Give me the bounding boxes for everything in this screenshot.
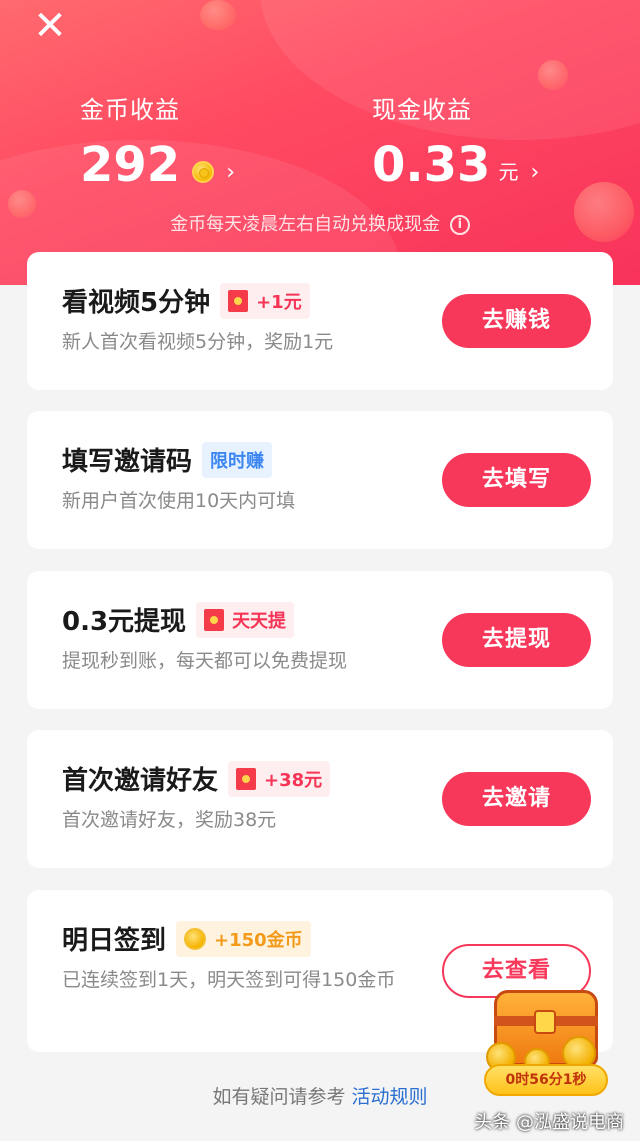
task-card-invite-friend: 首次邀请好友 +38元 首次邀请好友，奖励38元 去邀请 xyxy=(27,730,613,868)
cash-income[interactable]: 现金收益 0.33 元 › xyxy=(372,90,539,191)
exchange-note-text: 金币每天凌晨左右自动兑换成现金 xyxy=(170,214,441,235)
cash-unit: 元 xyxy=(498,160,519,184)
task-title: 看视频5分钟 xyxy=(62,288,211,318)
task-badge: 限时赚 xyxy=(202,441,273,478)
task-badge: +38元 xyxy=(228,760,331,797)
task-badge-text: +150金币 xyxy=(214,929,303,951)
red-envelope-icon xyxy=(236,767,257,790)
coin-income-label: 金币收益 xyxy=(80,96,180,124)
cash-income-label: 现金收益 xyxy=(372,96,472,124)
chevron-right-icon: › xyxy=(530,160,540,185)
treasure-chest[interactable]: 0时56分1秒 xyxy=(478,982,612,1100)
coin-income-value: 292 xyxy=(80,137,181,193)
withdraw-button[interactable]: 去提现 xyxy=(442,613,591,667)
task-badge: +150金币 xyxy=(176,920,311,957)
decorative-coin xyxy=(538,60,568,90)
earnings-header: ✕ 金币收益 292 › 现金收益 0.33 元 › 金币每天凌晨左右自动兑换成… xyxy=(0,0,640,285)
exchange-note: 金币每天凌晨左右自动兑换成现金 i xyxy=(0,210,640,236)
watermark: 头条 @泓盛说电商 xyxy=(474,1112,624,1133)
info-icon[interactable]: i xyxy=(449,215,470,235)
task-card-watch-video: 看视频5分钟 +1元 新人首次看视频5分钟，奖励1元 去赚钱 xyxy=(27,252,613,390)
task-description: 新人首次看视频5分钟，奖励1元 xyxy=(62,331,334,353)
task-title: 0.3元提现 xyxy=(62,607,187,637)
task-badge: 天天提 xyxy=(196,601,295,638)
chest-lock-icon xyxy=(534,1010,556,1034)
task-badge-text: 天天提 xyxy=(232,610,287,632)
red-envelope-icon xyxy=(228,289,249,312)
gold-coin-icon xyxy=(192,161,215,183)
task-badge-text: +38元 xyxy=(264,769,323,791)
task-badge-text: +1元 xyxy=(256,291,302,313)
task-description: 已连续签到1天，明天签到可得150金币 xyxy=(62,969,396,991)
chest-timer: 0时56分1秒 xyxy=(484,1064,608,1096)
fill-in-button[interactable]: 去填写 xyxy=(442,453,591,507)
task-title: 填写邀请码 xyxy=(62,447,193,477)
rules-link[interactable]: 活动规则 xyxy=(352,1086,428,1108)
invite-button[interactable]: 去邀请 xyxy=(442,772,591,826)
task-title: 首次邀请好友 xyxy=(62,766,219,796)
decorative-coin xyxy=(200,0,236,30)
close-icon[interactable]: ✕ xyxy=(30,6,70,46)
chevron-right-icon: › xyxy=(226,160,236,185)
gold-coin-icon xyxy=(184,927,207,950)
earn-money-button[interactable]: 去赚钱 xyxy=(442,294,591,348)
task-badge-text: 限时赚 xyxy=(210,450,265,472)
task-description: 新用户首次使用10天内可填 xyxy=(62,490,296,512)
cash-income-value: 0.33 xyxy=(372,137,491,193)
footer-text: 如有疑问请参考 xyxy=(212,1086,346,1108)
task-title: 明日签到 xyxy=(62,926,167,956)
red-envelope-icon xyxy=(204,608,225,631)
task-card-withdraw: 0.3元提现 天天提 提现秒到账，每天都可以免费提现 去提现 xyxy=(27,571,613,709)
task-card-invite-code: 填写邀请码 限时赚 新用户首次使用10天内可填 去填写 xyxy=(27,411,613,549)
task-description: 首次邀请好友，奖励38元 xyxy=(62,809,277,831)
coin-income[interactable]: 金币收益 292 › xyxy=(80,90,235,191)
task-description: 提现秒到账，每天都可以免费提现 xyxy=(62,650,348,672)
task-badge: +1元 xyxy=(220,282,310,319)
